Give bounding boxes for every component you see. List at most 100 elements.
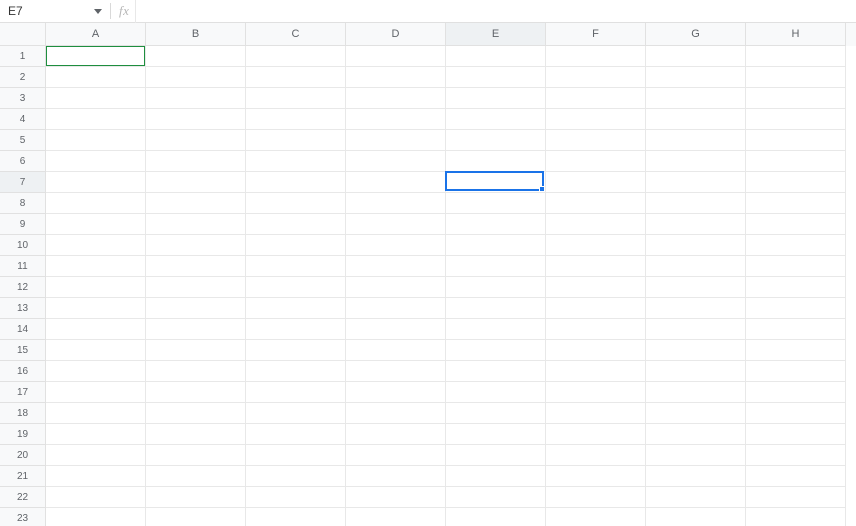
row-header-7[interactable]: 7 [0,172,46,193]
cell-E12[interactable] [446,277,546,298]
row-header-23[interactable]: 23 [0,508,46,526]
cell-C13[interactable] [246,298,346,319]
name-box[interactable]: E7 [0,0,90,23]
cell-D22[interactable] [346,487,446,508]
cell-C5[interactable] [246,130,346,151]
cell-B22[interactable] [146,487,246,508]
cell-G4[interactable] [646,109,746,130]
cell-G21[interactable] [646,466,746,487]
cell-B20[interactable] [146,445,246,466]
cell-D10[interactable] [346,235,446,256]
cell-A15[interactable] [46,340,146,361]
cell-D14[interactable] [346,319,446,340]
row-header-6[interactable]: 6 [0,151,46,172]
cell-B6[interactable] [146,151,246,172]
cell-H4[interactable] [746,109,846,130]
cell-E7[interactable] [446,172,546,193]
cell-B15[interactable] [146,340,246,361]
cell-C17[interactable] [246,382,346,403]
cell-G15[interactable] [646,340,746,361]
row-header-4[interactable]: 4 [0,109,46,130]
cell-C3[interactable] [246,88,346,109]
cell-D12[interactable] [346,277,446,298]
cell-F16[interactable] [546,361,646,382]
cell-C9[interactable] [246,214,346,235]
cell-G10[interactable] [646,235,746,256]
column-header-D[interactable]: D [346,23,446,46]
cell-F2[interactable] [546,67,646,88]
cell-B5[interactable] [146,130,246,151]
cell-E3[interactable] [446,88,546,109]
cell-A4[interactable] [46,109,146,130]
cell-D20[interactable] [346,445,446,466]
cell-B19[interactable] [146,424,246,445]
row-header-10[interactable]: 10 [0,235,46,256]
cell-C7[interactable] [246,172,346,193]
cell-F15[interactable] [546,340,646,361]
column-header-F[interactable]: F [546,23,646,46]
cell-A9[interactable] [46,214,146,235]
cell-A22[interactable] [46,487,146,508]
cell-F12[interactable] [546,277,646,298]
cell-E22[interactable] [446,487,546,508]
cell-D19[interactable] [346,424,446,445]
cell-D6[interactable] [346,151,446,172]
cell-H8[interactable] [746,193,846,214]
formula-input[interactable] [135,0,856,23]
cell-G16[interactable] [646,361,746,382]
cell-E6[interactable] [446,151,546,172]
cell-C21[interactable] [246,466,346,487]
cell-G14[interactable] [646,319,746,340]
row-header-12[interactable]: 12 [0,277,46,298]
cell-C2[interactable] [246,67,346,88]
cell-D2[interactable] [346,67,446,88]
cell-G13[interactable] [646,298,746,319]
cell-E21[interactable] [446,466,546,487]
cell-A7[interactable] [46,172,146,193]
column-header-G[interactable]: G [646,23,746,46]
row-header-5[interactable]: 5 [0,130,46,151]
cell-G5[interactable] [646,130,746,151]
cell-E2[interactable] [446,67,546,88]
cell-G19[interactable] [646,424,746,445]
cell-D9[interactable] [346,214,446,235]
row-header-19[interactable]: 19 [0,424,46,445]
cell-G8[interactable] [646,193,746,214]
cell-F19[interactable] [546,424,646,445]
cell-E16[interactable] [446,361,546,382]
cell-F11[interactable] [546,256,646,277]
cell-C15[interactable] [246,340,346,361]
row-header-1[interactable]: 1 [0,46,46,67]
cell-E8[interactable] [446,193,546,214]
cell-E18[interactable] [446,403,546,424]
cell-A1[interactable] [46,46,146,67]
cell-A6[interactable] [46,151,146,172]
name-box-dropdown[interactable] [90,0,106,23]
cell-G2[interactable] [646,67,746,88]
cell-D1[interactable] [346,46,446,67]
cell-A11[interactable] [46,256,146,277]
cell-E10[interactable] [446,235,546,256]
cell-F17[interactable] [546,382,646,403]
cell-H22[interactable] [746,487,846,508]
cell-D7[interactable] [346,172,446,193]
row-header-13[interactable]: 13 [0,298,46,319]
cell-A13[interactable] [46,298,146,319]
cell-A16[interactable] [46,361,146,382]
column-header-B[interactable]: B [146,23,246,46]
cell-G22[interactable] [646,487,746,508]
row-header-8[interactable]: 8 [0,193,46,214]
cell-C1[interactable] [246,46,346,67]
cell-D3[interactable] [346,88,446,109]
cell-A20[interactable] [46,445,146,466]
cell-E4[interactable] [446,109,546,130]
cell-A17[interactable] [46,382,146,403]
cell-H21[interactable] [746,466,846,487]
cell-E20[interactable] [446,445,546,466]
row-header-14[interactable]: 14 [0,319,46,340]
row-header-18[interactable]: 18 [0,403,46,424]
cell-G20[interactable] [646,445,746,466]
cell-F1[interactable] [546,46,646,67]
cell-E13[interactable] [446,298,546,319]
row-header-15[interactable]: 15 [0,340,46,361]
